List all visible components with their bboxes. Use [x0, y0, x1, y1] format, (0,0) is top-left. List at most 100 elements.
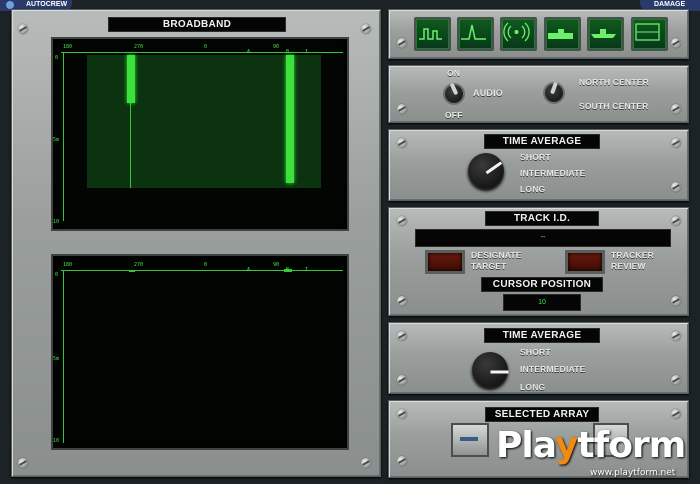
narrowband-mode-button[interactable]: [457, 17, 494, 51]
audio-toggle-switch[interactable]: [445, 82, 463, 103]
screw: [361, 24, 371, 34]
audio-label: AUDIO: [473, 88, 503, 98]
time-average-panel-top: TIME AVERAGE SHORT INTERMEDIATE LONG: [388, 129, 689, 201]
scale-label: 0: [204, 262, 208, 268]
submarine-mode-button[interactable]: [544, 17, 581, 51]
screw: [671, 182, 681, 192]
sonar-mode-button[interactable]: [500, 17, 537, 51]
scale-label: 10: [53, 438, 60, 444]
scale-label: 270: [134, 44, 144, 50]
track-id-title: TRACK I.D.: [485, 211, 599, 226]
contact-blip: [129, 270, 135, 272]
broadband-bottom-display[interactable]: 180 270 0 A 90 B I 0 5m 10: [51, 254, 349, 450]
left-scale-line: [63, 271, 64, 443]
screw: [671, 38, 681, 48]
screw: [361, 458, 371, 468]
top-scale-line: [61, 270, 343, 271]
sonar-wave-icon: [503, 22, 530, 42]
time-average-panel-bottom: TIME AVERAGE SHORT INTERMEDIATE LONG: [388, 322, 689, 394]
playtform-logo: Playtform: [496, 425, 686, 466]
time-average-option-long[interactable]: LONG: [520, 382, 545, 392]
track-id-readout: --: [415, 229, 671, 247]
broadband-title: BROADBAND: [108, 17, 286, 32]
screw: [671, 375, 681, 385]
scale-label: 270: [134, 262, 144, 268]
cursor-position-readout: 10: [503, 294, 581, 311]
south-center-label: SOUTH CENTER: [579, 101, 649, 111]
audio-on-label: ON: [447, 68, 461, 78]
contact-trace-left: [130, 103, 131, 188]
autocrew-label: AUTOCREW: [26, 1, 68, 8]
screw: [397, 331, 407, 341]
scale-label: 0: [55, 55, 59, 61]
screw: [671, 409, 681, 419]
array-selector-left-button[interactable]: [451, 423, 489, 457]
selected-array-title: SELECTED ARRAY: [485, 407, 599, 422]
time-average-option-intermediate[interactable]: INTERMEDIATE: [520, 168, 586, 178]
screw: [671, 216, 681, 226]
scale-label: A: [247, 49, 251, 55]
scale-label: 10: [53, 219, 60, 225]
time-average-option-long[interactable]: LONG: [520, 184, 545, 194]
scale-label: 0: [55, 272, 59, 278]
array-center-toggle-switch[interactable]: [545, 81, 563, 102]
autocrew-icon: [6, 1, 14, 9]
screw: [397, 296, 407, 306]
scale-label: 90: [273, 262, 280, 268]
scale-label: 0: [204, 44, 208, 50]
track-id-panel: TRACK I.D. -- DESIGNATE TARGET TRACKER R…: [388, 207, 689, 316]
scale-label: 180: [63, 44, 73, 50]
time-average-knob[interactable]: [472, 352, 509, 388]
scale-label: B: [286, 49, 290, 55]
scale-label: I: [305, 267, 309, 273]
screw: [671, 296, 681, 306]
screw: [397, 38, 407, 48]
screw: [397, 104, 407, 114]
time-average-option-intermediate[interactable]: INTERMEDIATE: [520, 364, 586, 374]
scale-label: I: [305, 49, 309, 55]
screw: [397, 216, 407, 226]
ship-mode-button[interactable]: [587, 17, 624, 51]
waterfall-mode-button[interactable]: [631, 17, 668, 51]
playtform-url: www.playtform.net: [590, 468, 676, 478]
designate-target-button[interactable]: [425, 250, 465, 274]
screw: [397, 456, 407, 466]
screw: [18, 24, 28, 34]
screw: [671, 138, 681, 148]
ship-icon: [591, 29, 616, 38]
scale-label: 90: [273, 44, 280, 50]
peak-waveform-icon: [461, 24, 486, 40]
audio-panel: ON OFF AUDIO NORTH CENTER SOUTH CENTER: [388, 65, 689, 123]
contact-line-right: [286, 55, 294, 183]
screw: [671, 104, 681, 114]
broadband-mode-button[interactable]: [414, 17, 451, 51]
time-average-option-short[interactable]: SHORT: [520, 347, 551, 357]
scale-label: 5m: [53, 356, 60, 362]
screw: [18, 458, 28, 468]
scale-label: B: [286, 267, 290, 273]
contact-line-left: [127, 55, 135, 103]
screw: [397, 138, 407, 148]
screw: [671, 331, 681, 341]
scale-label: A: [247, 267, 251, 273]
broadband-waveform-icon: [419, 28, 442, 40]
submarine-icon: [548, 29, 573, 39]
display-mode-strip: [388, 9, 689, 59]
designate-target-label: DESIGNATE TARGET: [471, 250, 522, 271]
broadband-top-display[interactable]: 180 270 0 A 90 B I 0 5m 10: [51, 37, 349, 231]
array-indicator-icon: [460, 437, 478, 441]
scale-label: 180: [63, 262, 73, 268]
tracker-review-label: TRACKER REVIEW: [611, 250, 654, 271]
north-center-label: NORTH CENTER: [579, 77, 649, 87]
top-scale-line: [61, 52, 343, 53]
time-average-title: TIME AVERAGE: [484, 134, 600, 149]
time-average-title: TIME AVERAGE: [484, 328, 600, 343]
tracker-review-button[interactable]: [565, 250, 605, 274]
waterfall-icon: [635, 23, 660, 41]
screw: [397, 409, 407, 419]
time-average-knob[interactable]: [468, 153, 504, 189]
screw: [397, 375, 407, 385]
scale-label: 5m: [53, 137, 60, 143]
broadband-panel: BROADBAND 180 270 0 A 90 B I 0 5m 10 180…: [11, 9, 381, 477]
time-average-option-short[interactable]: SHORT: [520, 152, 551, 162]
